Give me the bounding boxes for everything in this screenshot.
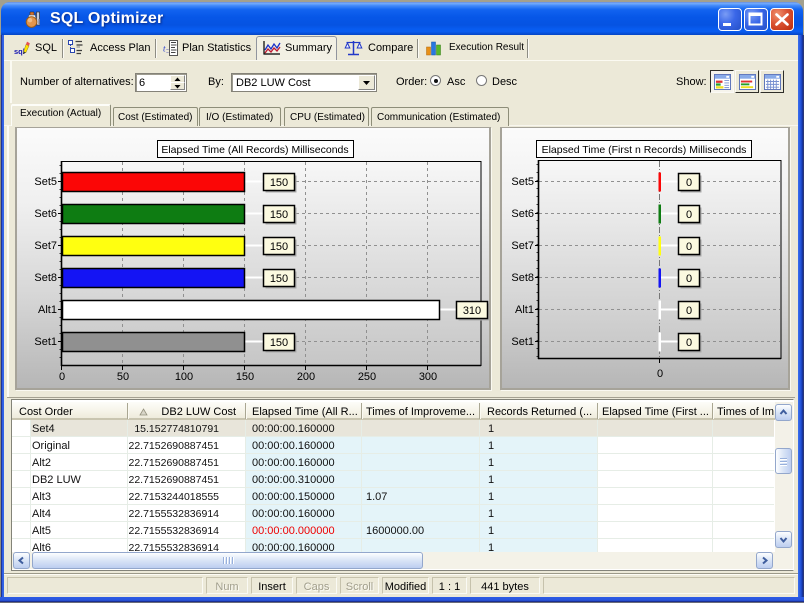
svg-text:Set8: Set8 — [34, 272, 57, 284]
svg-text:Set5: Set5 — [34, 176, 57, 188]
svg-text:Set6: Set6 — [34, 208, 57, 220]
svg-text:0: 0 — [59, 371, 65, 383]
svg-text:150: 150 — [270, 241, 288, 253]
svg-text:Set8: Set8 — [511, 272, 534, 284]
svg-text:150: 150 — [270, 337, 288, 349]
svg-text:t: t — [163, 44, 166, 54]
svg-text:150: 150 — [270, 273, 288, 285]
svg-text:Set1: Set1 — [34, 336, 57, 348]
svg-text:250: 250 — [358, 371, 376, 383]
svg-text:300: 300 — [419, 371, 437, 383]
svg-text:200: 200 — [297, 371, 315, 383]
svg-text:0: 0 — [686, 177, 692, 189]
svg-text:0: 0 — [686, 241, 692, 253]
svg-text:150: 150 — [270, 209, 288, 221]
svg-text:0: 0 — [686, 337, 692, 349]
svg-text:0: 0 — [686, 209, 692, 221]
svg-text:sql: sql — [14, 47, 25, 56]
svg-text:50: 50 — [117, 371, 129, 383]
svg-text:Set5: Set5 — [511, 176, 534, 188]
svg-text:0: 0 — [686, 273, 692, 285]
svg-text:150: 150 — [270, 177, 288, 189]
svg-text:Elapsed Time (First n Records): Elapsed Time (First n Records) Milliseco… — [542, 144, 747, 156]
svg-text:Set1: Set1 — [511, 336, 534, 348]
svg-text:Set7: Set7 — [511, 240, 534, 252]
svg-text:150: 150 — [236, 371, 254, 383]
svg-text:0: 0 — [657, 368, 663, 380]
svg-text:Alt1: Alt1 — [515, 304, 534, 316]
svg-text:310: 310 — [463, 305, 481, 317]
svg-text:100: 100 — [175, 371, 193, 383]
svg-text:Set7: Set7 — [34, 240, 57, 252]
svg-text:Elapsed Time (All Records) Mil: Elapsed Time (All Records) Milliseconds — [161, 144, 348, 156]
svg-text:0: 0 — [686, 305, 692, 317]
svg-text:Alt1: Alt1 — [38, 304, 57, 316]
svg-text:Set6: Set6 — [511, 208, 534, 220]
